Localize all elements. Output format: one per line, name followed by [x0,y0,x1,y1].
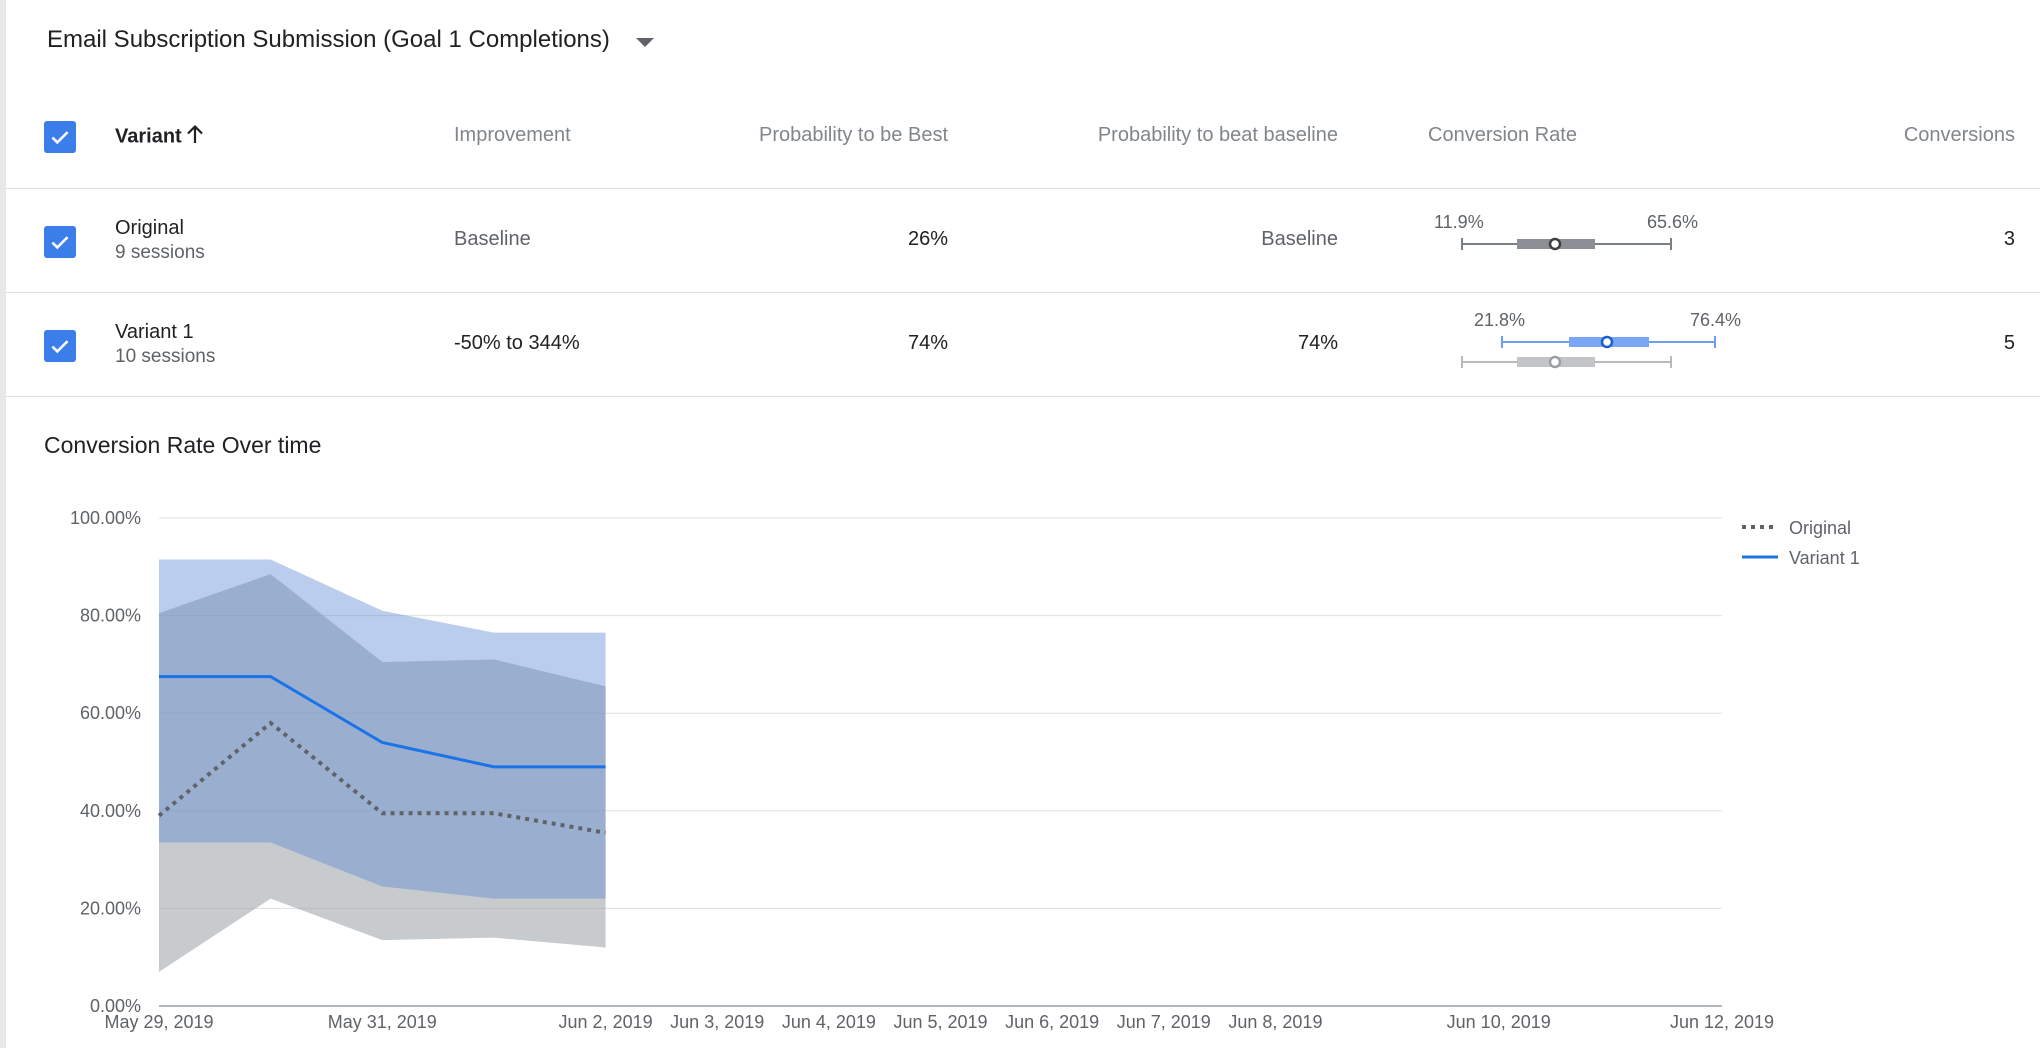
x-tick-label: Jun 3, 2019 [670,1012,764,1032]
x-tick-label: Jun 12, 2019 [1670,1012,1774,1032]
x-tick-label: Jun 5, 2019 [893,1012,987,1032]
y-tick-label: 60.00% [80,703,141,723]
x-tick-label: Jun 7, 2019 [1117,1012,1211,1032]
legend-label-original: Original [1789,518,1851,538]
y-tick-label: 80.00% [80,606,141,626]
legend-label-variant-1: Variant 1 [1789,548,1860,568]
y-tick-label: 100.00% [70,508,141,528]
x-tick-label: May 29, 2019 [104,1012,213,1032]
y-tick-label: 40.00% [80,801,141,821]
conversion-rate-chart: 0.00%20.00%40.00%60.00%80.00%100.00%May … [70,508,1860,1032]
x-tick-label: Jun 6, 2019 [1005,1012,1099,1032]
x-tick-label: May 31, 2019 [328,1012,437,1032]
x-tick-label: Jun 8, 2019 [1228,1012,1322,1032]
y-tick-label: 20.00% [80,898,141,918]
x-tick-label: Jun 10, 2019 [1447,1012,1551,1032]
x-tick-label: Jun 2, 2019 [559,1012,653,1032]
x-tick-label: Jun 4, 2019 [782,1012,876,1032]
